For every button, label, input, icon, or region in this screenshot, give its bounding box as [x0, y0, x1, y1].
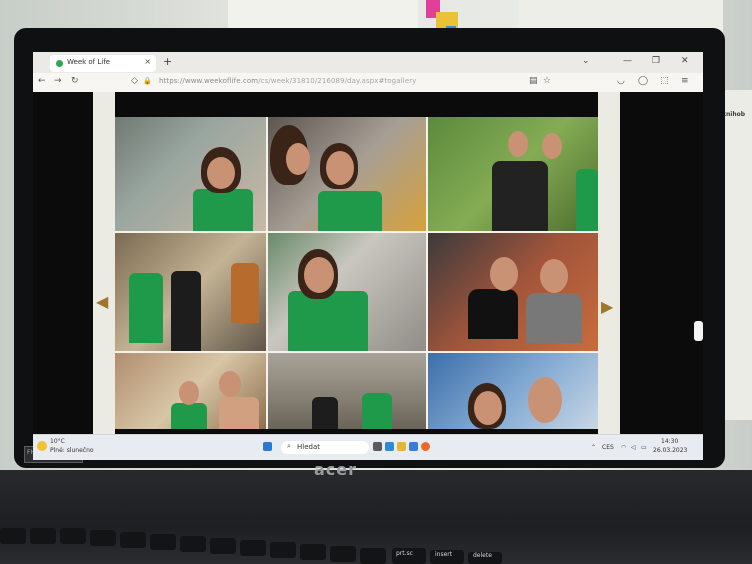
gallery-photo[interactable]: [268, 233, 426, 351]
key-delete[interactable]: delete: [468, 552, 502, 564]
tracking-shield-icon[interactable]: ◇: [131, 76, 138, 86]
clock-time[interactable]: 14:30: [661, 438, 678, 445]
key-insert[interactable]: insert: [430, 550, 464, 564]
address-bar[interactable]: https://www.weekoflife.com/cs/week/31810…: [159, 77, 416, 85]
wifi-icon[interactable]: ◠: [621, 444, 626, 451]
weather-temp: 10°C: [50, 438, 65, 445]
key[interactable]: [150, 534, 176, 550]
weather-desc: Plné: slunečno: [50, 447, 94, 454]
start-button-icon[interactable]: [263, 442, 272, 451]
gallery-photo[interactable]: [115, 353, 266, 429]
photo-gallery-grid: [115, 117, 598, 429]
firefox-icon[interactable]: [421, 442, 430, 451]
search-placeholder: Hledat: [297, 443, 320, 451]
key-delete-label: delete: [473, 552, 492, 559]
bookmark-star-icon[interactable]: ☆: [543, 76, 551, 86]
weather-icon[interactable]: [37, 441, 47, 451]
laptop-screen: Week of Life × + ⌄ — ❐ ✕ ← → ↻ ◇ 🔒 https…: [33, 52, 703, 460]
gallery-photo[interactable]: [115, 233, 266, 351]
reload-button[interactable]: ↻: [71, 76, 79, 86]
browser-nav-bar: ← → ↻ ◇ 🔒 https://www.weekoflife.com/cs/…: [33, 73, 703, 93]
gallery-photo[interactable]: [268, 353, 426, 429]
key[interactable]: [120, 532, 146, 548]
gallery-margin-left: [93, 92, 115, 434]
gallery-photo[interactable]: [428, 233, 598, 351]
pocket-icon[interactable]: ◡: [617, 76, 625, 86]
volume-icon[interactable]: ◁: [631, 444, 636, 451]
key[interactable]: [240, 540, 266, 556]
brand-logo: acer: [314, 460, 358, 479]
reader-view-icon[interactable]: ▤: [529, 76, 538, 86]
site-favicon-icon: [56, 60, 63, 67]
book-box-label: knihob: [722, 111, 746, 118]
extensions-icon[interactable]: ⬚: [660, 76, 669, 86]
key[interactable]: [90, 530, 116, 546]
file-explorer-icon[interactable]: [397, 442, 406, 451]
battery-icon[interactable]: ▭: [641, 444, 647, 451]
key[interactable]: [330, 546, 356, 562]
gallery-margin-right: [598, 92, 620, 434]
gallery-photo[interactable]: [268, 117, 426, 231]
key[interactable]: [300, 544, 326, 560]
gallery-photo[interactable]: [428, 117, 598, 231]
forward-button[interactable]: →: [54, 76, 62, 86]
close-window-button[interactable]: ✕: [681, 56, 689, 66]
gallery-photo[interactable]: [428, 353, 598, 429]
key[interactable]: [210, 538, 236, 554]
key-prtsc[interactable]: prt.sc: [392, 548, 426, 564]
key-prtsc-label: prt.sc: [396, 550, 413, 557]
key[interactable]: [30, 528, 56, 544]
gallery-prev-arrow-icon[interactable]: ◀: [96, 292, 108, 311]
restore-button[interactable]: ❐: [652, 56, 660, 66]
key-insert-label: insert: [435, 551, 453, 558]
widgets-icon[interactable]: [385, 442, 394, 451]
minimize-button[interactable]: —: [623, 56, 632, 66]
language-indicator[interactable]: CES: [602, 444, 614, 451]
gallery-photo[interactable]: [115, 117, 266, 231]
browser-tab[interactable]: Week of Life ×: [50, 55, 156, 72]
account-icon[interactable]: ◯: [638, 76, 648, 86]
web-page-content: ◀ ▶: [33, 92, 703, 434]
new-tab-button[interactable]: +: [163, 55, 172, 68]
search-icon: ⌕: [287, 442, 291, 450]
windows-taskbar: 10°C Plné: slunečno ⌕ Hledat ⌃ CES ◠ ◁ ▭…: [33, 434, 703, 460]
chevron-down-icon[interactable]: ⌄: [582, 56, 590, 66]
url-path: /cs/week/31810/216089/day.aspx#togallery: [258, 77, 417, 85]
url-domain: https://www.weekoflife.com: [159, 77, 259, 85]
back-button[interactable]: ←: [38, 76, 46, 86]
keyboard: prt.sc insert delete: [0, 520, 752, 564]
clock-date[interactable]: 26.03.2023: [653, 447, 687, 454]
side-panel-handle[interactable]: [694, 321, 703, 341]
edge-icon[interactable]: [409, 442, 418, 451]
key[interactable]: [360, 548, 386, 564]
key[interactable]: [0, 528, 26, 544]
task-view-icon[interactable]: [373, 442, 382, 451]
key[interactable]: [180, 536, 206, 552]
key[interactable]: [60, 528, 86, 544]
tab-title: Week of Life: [67, 58, 110, 66]
tray-chevron-icon[interactable]: ⌃: [591, 444, 596, 451]
menu-icon[interactable]: ≡: [681, 76, 689, 86]
key[interactable]: [270, 542, 296, 558]
taskbar-search[interactable]: ⌕ Hledat: [281, 441, 369, 454]
gallery-next-arrow-icon[interactable]: ▶: [601, 297, 613, 316]
browser-tab-bar: Week of Life × + ⌄ — ❐ ✕: [33, 52, 703, 73]
close-tab-icon[interactable]: ×: [144, 57, 151, 66]
lock-icon[interactable]: 🔒: [143, 77, 152, 85]
